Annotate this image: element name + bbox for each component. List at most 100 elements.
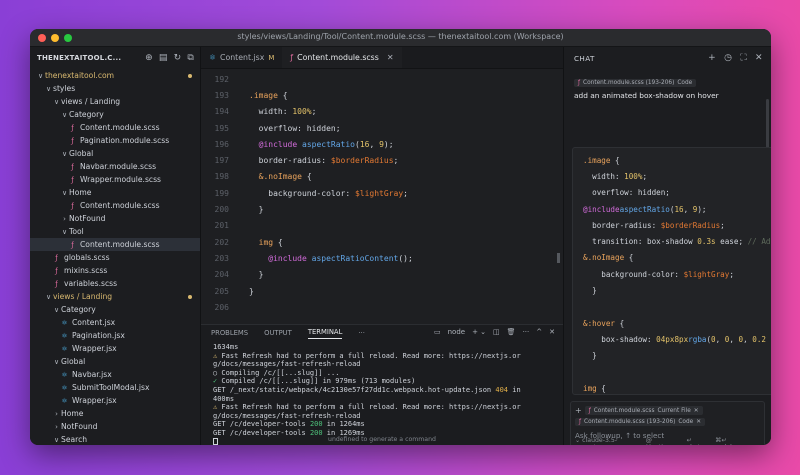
more-icon[interactable]: ··· <box>523 328 530 336</box>
tree-item-label: Navbar.jsx <box>72 370 112 379</box>
folder-item[interactable]: ∨ Global <box>30 355 200 368</box>
trash-icon[interactable]: 🗑 <box>507 328 516 336</box>
folder-item[interactable]: › NotFound <box>30 420 200 433</box>
current-file-chip-tag: Current File <box>657 407 691 414</box>
editor-tabs: ⚛ Content.jsx Mƒ Content.module.scss ✕ <box>201 47 563 69</box>
file-item[interactable]: ƒ Wrapper.module.scss <box>30 173 200 186</box>
mention-button[interactable]: @ Mention <box>646 437 679 445</box>
refresh-icon[interactable]: ↻ <box>174 53 182 63</box>
panel-tab-problems[interactable]: PROBLEMS <box>211 329 248 337</box>
codebase-submit-button[interactable]: ⌘↵ codebase <box>715 437 758 445</box>
model-selector[interactable]: ⌄ claude-3.5-sonnet <box>575 437 638 445</box>
response-code-line: border-radius: $borderRadius; <box>583 220 725 230</box>
file-item[interactable]: ƒ variables.scss <box>30 277 200 290</box>
workspace-name: THENEXTAITOOL.C... <box>37 54 122 62</box>
new-chat-icon[interactable]: + <box>708 53 716 63</box>
file-item[interactable]: ƒ Content.module.scss <box>30 199 200 212</box>
file-item[interactable]: ⚛ SubmitToolModal.jsx <box>30 381 200 394</box>
split-terminal-icon[interactable]: ◫ <box>493 328 500 336</box>
chevron-down-icon: ∨ <box>53 97 60 106</box>
file-item[interactable]: ⚛ Navbar.jsx <box>30 368 200 381</box>
tree-item-label: Wrapper.jsx <box>72 396 117 405</box>
folder-item[interactable]: ∨ thenextaitool.com <box>30 69 200 82</box>
panel-tab-output[interactable]: OUTPUT <box>264 329 292 337</box>
folder-item[interactable]: ∨ Category <box>30 108 200 121</box>
close-panel-icon[interactable]: ✕ <box>549 328 555 336</box>
code-line[interactable]: 202 img { <box>201 234 563 250</box>
code-view[interactable]: 192 193 .image {194 width: 100%; 195 overfl… <box>201 69 563 315</box>
folder-item[interactable]: ∨ Category <box>30 303 200 316</box>
chat-title: CHAT <box>574 53 595 63</box>
file-item[interactable]: ⚛ Pagination.jsx <box>30 329 200 342</box>
code-line[interactable]: 194 width: 100%; <box>201 104 563 120</box>
history-icon[interactable]: ◷ <box>724 53 732 63</box>
folder-item[interactable]: ∨ Home <box>30 186 200 199</box>
code-line[interactable]: 199 background-color: $lightGray; <box>201 185 563 201</box>
editor-tab[interactable]: ƒ Content.module.scss ✕ <box>282 47 402 68</box>
response-code-line: img { <box>583 383 606 393</box>
file-item[interactable]: ƒ globals.scss <box>30 251 200 264</box>
code-line[interactable]: 196 @include aspectRatio(16, 9); <box>201 136 563 152</box>
code-line[interactable]: 197 border-radius: $borderRadius; <box>201 152 563 168</box>
collapse-all-icon[interactable]: ⧉ <box>187 53 194 63</box>
editor-scrollbar[interactable] <box>557 253 560 263</box>
code-line[interactable]: 201 <box>201 218 563 234</box>
code-line[interactable]: 206 <box>201 299 563 315</box>
code-line[interactable]: 198 &.noImage { <box>201 169 563 185</box>
code-line[interactable]: 195 overflow: hidden; <box>201 120 563 136</box>
code-text: img { <box>258 237 283 247</box>
terminal-output[interactable]: 1634ms ⚠ Fast Refresh had to perform a fu… <box>201 341 563 445</box>
code-line[interactable]: 203 @include aspectRatioContent(); <box>201 250 563 266</box>
line-number: 194 <box>214 107 229 117</box>
file-item[interactable]: ƒ Pagination.module.scss <box>30 134 200 147</box>
file-item[interactable]: ⚛ Wrapper.jsx <box>30 394 200 407</box>
shell-name[interactable]: node <box>448 328 465 336</box>
editor-tab[interactable]: ⚛ Content.jsx M <box>201 47 282 68</box>
code-selection-chip[interactable]: ƒ Content.module.scss (193-206) Code ✕ <box>575 418 706 426</box>
folder-item[interactable]: ∨ views / Landing <box>30 290 200 303</box>
code-text: } <box>249 286 254 296</box>
line-number: 202 <box>214 237 229 247</box>
tree-item-label: NotFound <box>69 214 106 223</box>
folder-item[interactable]: › Home <box>30 407 200 420</box>
new-folder-icon[interactable]: ▤ <box>159 53 168 63</box>
terminal-line: g/docs/messages/fast-refresh-reload <box>213 360 361 369</box>
file-item[interactable]: ƒ Content.module.scss <box>30 121 200 134</box>
expand-icon[interactable]: ⛶ <box>740 53 747 63</box>
code-line[interactable]: 200 } <box>201 201 563 217</box>
current-file-chip[interactable]: ƒ Content.module.scss Current File ✕ <box>584 406 703 415</box>
folder-item[interactable]: ∨ views / Landing <box>30 95 200 108</box>
remove-chip-icon[interactable]: ✕ <box>696 419 701 425</box>
folder-item[interactable]: ∨ Tool <box>30 225 200 238</box>
explorer-sidebar: THENEXTAITOOL.C... ⊕ ▤ ↻ ⧉ ∨ thenextaitoo… <box>30 47 201 445</box>
editor-area: ⚛ Content.jsx Mƒ Content.module.scss ✕ 192 19… <box>201 47 563 324</box>
line-number: 201 <box>214 221 229 231</box>
folder-item[interactable]: › NotFound <box>30 212 200 225</box>
remove-chip-icon[interactable]: ✕ <box>694 408 699 414</box>
file-item[interactable]: ƒ Navbar.module.scss <box>30 160 200 173</box>
close-tab-icon[interactable]: ✕ <box>387 53 394 62</box>
chat-submit-button[interactable]: ↵ chat <box>687 437 708 445</box>
new-terminal-icon[interactable]: + ⌄ <box>472 328 486 336</box>
file-item[interactable]: ⚛ Wrapper.jsx <box>30 342 200 355</box>
code-line[interactable]: 193 .image { <box>201 87 563 103</box>
file-item[interactable]: ⚛ Content.jsx <box>30 316 200 329</box>
context-chip-tag: Code <box>677 80 693 86</box>
context-chip[interactable]: ƒ Content.module.scss (193-206) Code <box>574 79 697 87</box>
maximize-panel-icon[interactable]: ^ <box>536 328 542 336</box>
folder-item[interactable]: ∨ Search <box>30 433 200 445</box>
folder-item[interactable]: ∨ styles <box>30 82 200 95</box>
file-item[interactable]: ƒ mixins.scss <box>30 264 200 277</box>
code-line[interactable]: 204 } <box>201 267 563 283</box>
close-chat-icon[interactable]: ✕ <box>755 53 763 63</box>
panel-tab-[interactable]: ··· <box>358 329 364 337</box>
scss-file-icon: ƒ <box>588 407 591 414</box>
folder-item[interactable]: ∨ Global <box>30 147 200 160</box>
panel-tab-terminal[interactable]: TERMINAL <box>307 328 343 339</box>
code-line[interactable]: 192 <box>201 71 563 87</box>
code-line[interactable]: 205} <box>201 283 563 299</box>
chat-input-box[interactable]: + ƒ Content.module.scss Current File ✕ ƒ… <box>570 401 765 445</box>
file-item[interactable]: ƒ Content.module.scss <box>30 238 200 251</box>
add-context-icon[interactable]: + <box>575 406 582 415</box>
new-file-icon[interactable]: ⊕ <box>145 53 153 63</box>
